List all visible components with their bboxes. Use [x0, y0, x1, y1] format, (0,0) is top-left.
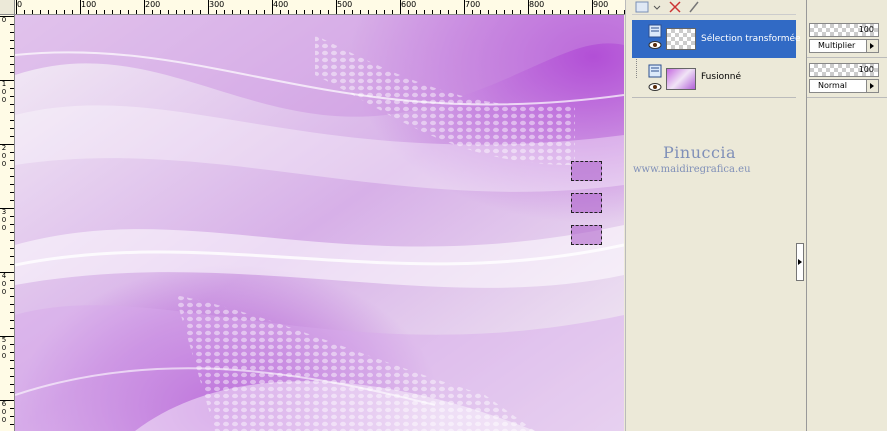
watermark-url: www.maidiregrafica.eu [633, 164, 751, 175]
ruler-label: 0 [1, 288, 7, 296]
layer-thumbnail [666, 28, 696, 50]
opacity-field[interactable]: 100 [809, 23, 879, 37]
layers-toolbar [632, 0, 796, 15]
selection-marquee[interactable] [571, 161, 602, 181]
ruler-label: 0 [1, 408, 7, 416]
ruler-label: 500 [337, 0, 353, 9]
layer-properties-panel: 100 Multiplier 100 Normal [806, 0, 887, 431]
divider [807, 97, 887, 98]
ruler-label: 0 [1, 416, 7, 424]
ruler-label: 700 [465, 0, 481, 9]
ruler-label: 900 [593, 0, 609, 9]
eye-icon[interactable] [648, 82, 662, 92]
ruler-label: 0 [1, 280, 7, 288]
panel-splitter[interactable] [625, 0, 630, 431]
ruler-label: 3 [1, 208, 7, 216]
ruler-corner [0, 0, 15, 15]
ruler-label: 300 [209, 0, 225, 9]
ruler-label: 200 [145, 0, 161, 9]
ruler-label: 0 [17, 0, 23, 9]
layer-name: Fusionné [701, 72, 742, 82]
opacity-field[interactable]: 100 [809, 63, 879, 77]
divider [632, 97, 796, 98]
ruler-label: 2 [1, 144, 7, 152]
ruler-label: 400 [273, 0, 289, 9]
divider [807, 57, 887, 58]
chevron-right-icon[interactable] [866, 40, 878, 52]
blend-mode-select[interactable]: Normal [809, 79, 879, 93]
ruler-label: 0 [1, 16, 7, 24]
ruler-label: 0 [1, 352, 7, 360]
ruler-label: 0 [1, 344, 7, 352]
ruler-label: 0 [1, 152, 7, 160]
ruler-label: 0 [1, 160, 7, 168]
ruler-label: 600 [401, 0, 417, 9]
layers-panel: Sélection transformée Fusionné [632, 0, 801, 431]
opacity-value: 100 [858, 65, 874, 74]
layer-icon [648, 64, 662, 78]
chevron-right-icon[interactable] [866, 80, 878, 92]
horizontal-ruler[interactable]: 0 100 200 300 400 500 600 700 800 900 [0, 0, 626, 15]
wave-artwork [15, 15, 624, 431]
ruler-label: 4 [1, 272, 7, 280]
ruler-label: 1 [1, 80, 7, 88]
blend-mode-value: Normal [818, 81, 847, 90]
ruler-label: 0 [1, 88, 7, 96]
ruler-label: 0 [1, 216, 7, 224]
layer-name: Sélection transformée [701, 34, 801, 44]
ruler-label: 100 [81, 0, 97, 9]
layer-row[interactable]: Sélection transformée [632, 20, 801, 58]
watermark-title: Pinuccia [663, 143, 737, 162]
layer-row[interactable]: Fusionné [632, 60, 796, 98]
ruler-label: 800 [529, 0, 545, 9]
ruler-label: 0 [1, 224, 7, 232]
layers-toolbar-icons [635, 1, 699, 13]
opacity-value: 100 [858, 25, 874, 34]
blend-mode-value: Multiplier [818, 41, 856, 50]
eye-icon[interactable] [648, 40, 662, 50]
blend-mode-select[interactable]: Multiplier [809, 39, 879, 53]
layer-thumbnail [666, 68, 696, 90]
selection-marquee[interactable] [571, 225, 602, 245]
panel-expand-handle[interactable] [796, 243, 804, 281]
chevron-right-icon [798, 259, 802, 265]
ruler-label: 0 [1, 96, 7, 104]
layer-icon [648, 24, 662, 38]
selection-marquee[interactable] [571, 193, 602, 213]
ruler-label: 5 [1, 336, 7, 344]
ruler-label: 6 [1, 400, 7, 408]
image-canvas[interactable] [15, 15, 624, 431]
vertical-ruler[interactable]: 0 1 0 0 2 0 0 3 0 0 4 0 0 5 0 0 6 0 0 [0, 14, 15, 431]
